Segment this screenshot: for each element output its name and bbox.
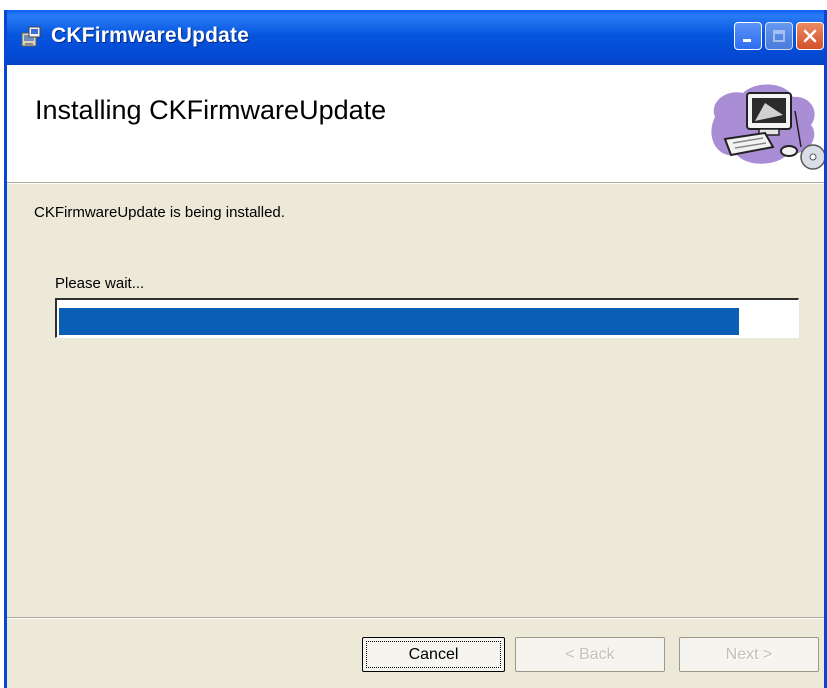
page-title: Installing CKFirmwareUpdate — [35, 95, 387, 125]
title-bar[interactable]: CKFirmwareUpdate — [7, 10, 824, 65]
maximize-icon — [773, 30, 785, 42]
window-title: CKFirmwareUpdate — [51, 24, 250, 47]
minimize-icon — [743, 39, 751, 42]
next-button[interactable]: Next > — [679, 637, 819, 672]
next-button-label: Next > — [725, 645, 773, 663]
back-button-label: < Back — [565, 645, 615, 663]
progress-fill — [59, 308, 739, 335]
installer-icon — [21, 26, 41, 47]
install-status-text: CKFirmwareUpdate is being installed. — [34, 204, 285, 221]
header-divider — [7, 183, 824, 184]
maximize-button[interactable] — [765, 22, 793, 50]
close-button[interactable] — [796, 22, 824, 50]
please-wait-label: Please wait... — [55, 275, 145, 292]
minimize-button[interactable] — [734, 22, 762, 50]
back-button[interactable]: < Back — [515, 637, 665, 672]
close-icon — [803, 29, 817, 43]
install-progress-bar — [55, 298, 799, 338]
wizard-header: Installing CKFirmwareUpdate — [7, 65, 824, 183]
installer-window: CKFirmwareUpdate Installing CKFirmwareUp… — [4, 10, 827, 688]
focus-ring — [366, 641, 501, 668]
computer-install-icon — [711, 84, 824, 170]
cancel-button[interactable]: Cancel — [362, 637, 505, 672]
footer-divider-highlight — [7, 618, 824, 619]
